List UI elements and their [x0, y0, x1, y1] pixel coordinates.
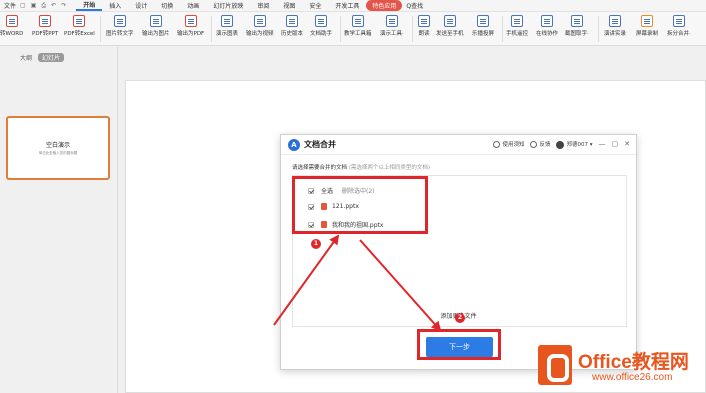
ribbon-demo-chart[interactable]: 演示图表 — [216, 15, 238, 37]
assistant-icon — [315, 15, 327, 27]
slide-thumbnail[interactable]: 空白演示 单击此处输入您的副标题 — [6, 116, 110, 180]
ribbon-divider — [100, 16, 101, 42]
split-merge-icon — [672, 15, 685, 27]
ribbon-export-video[interactable]: 输出为视频 — [246, 15, 274, 37]
menu-security[interactable]: 安全 — [302, 1, 328, 10]
ribbon-pdf-to-word[interactable]: 转WORD — [0, 15, 23, 37]
image-text-icon — [113, 15, 126, 27]
annotation-box-files — [292, 176, 428, 234]
ribbon-divider — [211, 16, 212, 42]
ribbon-divider — [502, 16, 503, 42]
ribbon-history[interactable]: 历史版本 — [281, 15, 303, 37]
undo-icon[interactable]: ↶ — [51, 2, 56, 10]
app-logo-icon: A — [288, 139, 300, 151]
tab-outline[interactable]: 大纲 — [20, 53, 32, 62]
chart-icon — [221, 15, 233, 27]
menu-design[interactable]: 设计 — [128, 1, 154, 10]
menu-home[interactable]: 开始 — [76, 0, 103, 11]
tab-slides[interactable]: 幻灯片 — [38, 53, 65, 62]
office-logo-icon — [538, 345, 572, 385]
menu-file[interactable]: 文件 — [0, 1, 20, 10]
speech-record-icon — [609, 15, 621, 27]
phone-icon — [443, 15, 456, 27]
instruction-text: 请选择需要合并的文档 (需选择两个以上相同类型的文档) — [292, 165, 431, 171]
step-badge-2: 2 — [455, 313, 465, 323]
screenshot-icon — [570, 15, 583, 27]
ribbon-image-to-text[interactable]: 图片转文字 — [106, 15, 134, 37]
ribbon-pdf-to-ppt[interactable]: PDF转PPT — [32, 15, 58, 37]
watermark: Office教程网 www.office26.com — [534, 343, 706, 391]
ribbon-read-aloud[interactable]: 朗读 — [418, 15, 430, 37]
ribbon-screen-record[interactable]: 屏幕录制 — [636, 15, 658, 37]
menu-view[interactable]: 视图 — [276, 1, 302, 10]
ribbon-doc-assistant[interactable]: 文档助手 — [310, 15, 332, 37]
slides-pane: 大纲 幻灯片 空白演示 单击此处输入您的副标题 — [0, 47, 118, 393]
menu-transition[interactable]: 切换 — [154, 1, 180, 10]
cast-icon — [477, 15, 489, 27]
print-icon[interactable]: ⎙ — [41, 2, 46, 10]
export-pdf-icon — [184, 15, 197, 27]
video-icon — [253, 15, 266, 27]
ribbon-speech-record[interactable]: 演讲实录 — [604, 15, 626, 37]
avatar — [556, 140, 565, 149]
menu-slideshow[interactable]: 幻灯片放映 — [206, 1, 250, 10]
screen-record-icon — [641, 15, 653, 27]
annotation-box-next — [417, 329, 501, 360]
ribbon-divider — [598, 16, 599, 42]
ribbon-pdf-to-excel[interactable]: PDF转Excel — [64, 15, 95, 37]
history-icon — [286, 15, 298, 27]
dialog-header-actions: 使用须知 反馈 郑德007 ▾ — ▢ ✕ — [493, 140, 630, 149]
feedback-icon — [530, 141, 538, 149]
dialog-header: A 文档合并 使用须知 反馈 郑德007 ▾ — ▢ ✕ — [281, 135, 636, 155]
thumbnail-title: 空白演示 — [45, 142, 70, 149]
microphone-icon — [418, 15, 430, 27]
watermark-url: www.office26.com — [592, 372, 673, 383]
search-button[interactable]: Q查找 — [406, 1, 423, 10]
watermark-brand: Office教程网 — [578, 352, 689, 373]
remote-icon — [511, 15, 523, 27]
dialog-title: 文档合并 — [304, 140, 336, 149]
pdf-excel-icon — [73, 15, 86, 27]
ribbon-screen-cast[interactable]: 乐播投屏 — [472, 15, 494, 37]
thumbnail-subtitle: 单击此处输入您的副标题 — [38, 151, 78, 155]
close-icon[interactable]: ✕ — [624, 140, 630, 148]
ribbon-phone-remote[interactable]: 手机遥控 — [506, 15, 528, 37]
export-image-icon — [149, 15, 162, 27]
maximize-icon[interactable]: ▢ — [612, 140, 619, 148]
save-icon[interactable]: ▣ — [31, 2, 37, 10]
menu-special-apps[interactable]: 特色应用 — [366, 0, 403, 11]
menu-developer[interactable]: 开发工具 — [328, 1, 366, 10]
menu-insert[interactable]: 插入 — [102, 1, 128, 10]
ribbon-teaching-toolbox[interactable]: 教学工具箱 — [344, 15, 372, 37]
feedback-link[interactable]: 反馈 — [530, 140, 550, 149]
menu-review[interactable]: 审阅 — [250, 1, 276, 10]
ribbon-screenshot-ocr[interactable]: 截图取字· — [565, 15, 589, 37]
ribbon-online-collab[interactable]: 在线协作 — [536, 15, 558, 37]
pane-tabs: 大纲 幻灯片 — [20, 53, 65, 62]
redo-icon[interactable]: ↷ — [61, 2, 66, 10]
new-file-icon[interactable]: ▢ — [20, 2, 26, 10]
menu-animation[interactable]: 动画 — [180, 1, 206, 10]
help-link[interactable]: 使用须知 — [493, 140, 524, 149]
info-icon — [493, 141, 501, 149]
menu-bar: 文件 ▢ ▣ ⎙ ↶ ↷ 开始 插入 设计 切换 动画 幻灯片放映 审阅 视图 … — [0, 0, 706, 12]
ribbon-send-to-phone[interactable]: 发送至手机 — [436, 15, 464, 37]
minimize-icon[interactable]: — — [599, 140, 606, 148]
pdf-word-icon — [5, 15, 18, 27]
quick-access-toolbar: ▢ ▣ ⎙ ↶ ↷ — [20, 2, 66, 10]
ribbon-split-merge[interactable]: 拆分合并· — [667, 15, 691, 37]
ribbon-export-pdf[interactable]: 输出为PDF — [177, 15, 204, 37]
pdf-ppt-icon — [39, 15, 52, 27]
ribbon-divider — [340, 16, 341, 42]
ribbon-divider — [412, 16, 413, 42]
ribbon: 转WORD PDF转PPT PDF转Excel 图片转文字 输出为图片 输出为P… — [0, 12, 706, 46]
collab-icon — [541, 15, 553, 27]
ribbon-demo-tools[interactable]: 演示工具· — [380, 15, 404, 37]
ribbon-export-image[interactable]: 输出为图片 — [142, 15, 170, 37]
step-badge-1: 1 — [311, 239, 321, 249]
user-menu[interactable]: 郑德007 ▾ — [556, 140, 593, 149]
toolbox-icon — [351, 15, 364, 27]
demo-tools-icon — [385, 15, 398, 27]
